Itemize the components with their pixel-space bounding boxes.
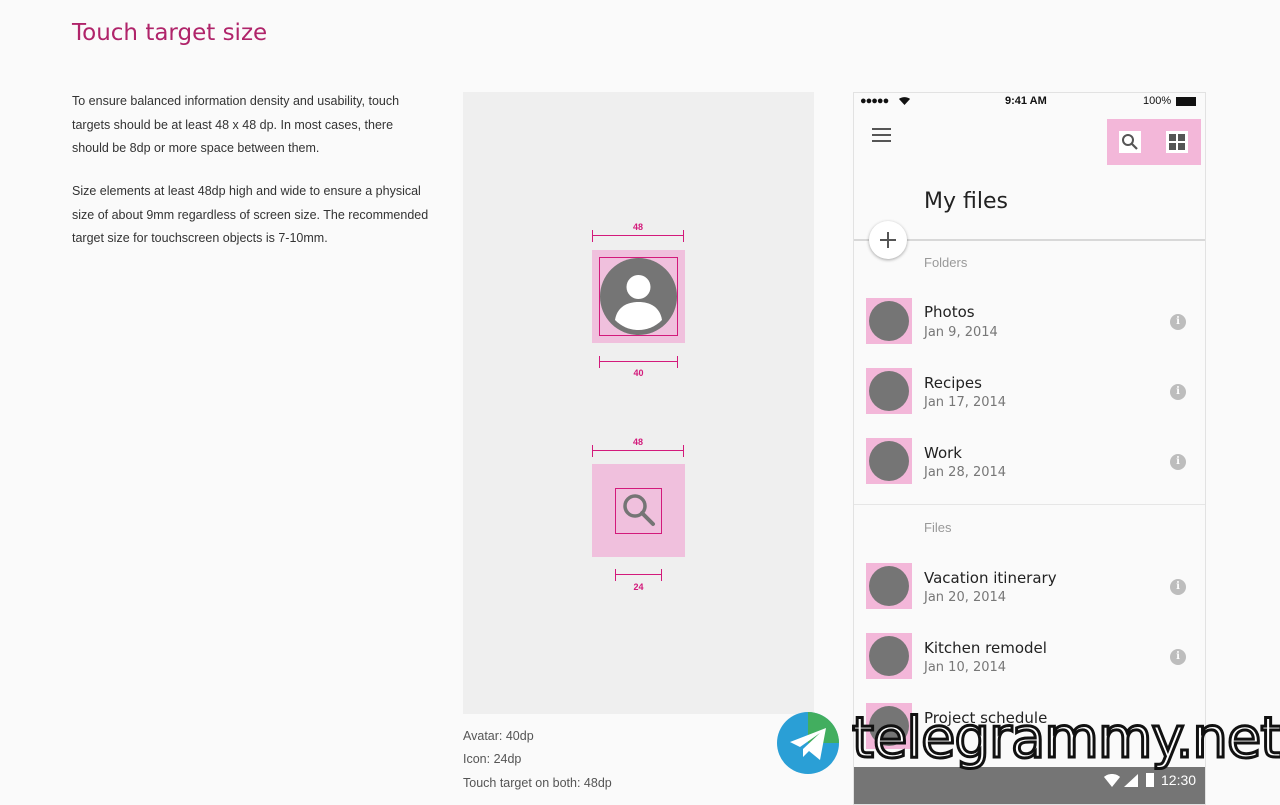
caption-avatar: Avatar: 40dp xyxy=(463,729,534,743)
intro-paragraph-1: To ensure balanced information density a… xyxy=(72,94,400,155)
ios-status-bar: ●●●●● 9:41 AM 100% xyxy=(854,93,1205,111)
section-label-files: Files xyxy=(924,520,952,535)
list-item-date: Jan 9, 2014 xyxy=(924,325,998,340)
icon-target-dimension-line xyxy=(592,445,684,457)
phone-mockup: ●●●●● 9:41 AM 100% My files Folders Phot… xyxy=(853,92,1206,805)
avatar-size-dimension-line xyxy=(599,356,678,368)
battery-icon xyxy=(1176,97,1196,106)
avatar-touch-target xyxy=(866,563,912,609)
info-icon[interactable]: i xyxy=(1170,579,1186,595)
avatar-icon xyxy=(600,258,677,335)
caption-touch-target: Touch target on both: 48dp xyxy=(463,776,612,790)
list-item-date: Jan 28, 2014 xyxy=(924,465,1007,480)
app-bar: My files xyxy=(854,111,1205,241)
info-icon[interactable]: i xyxy=(1170,649,1186,665)
signal-dots-icon: ●●●●● xyxy=(860,95,889,107)
list-item-name: Vacation itinerary xyxy=(924,569,1057,587)
screen-title: My files xyxy=(924,189,1008,214)
intro-paragraph-2: Size elements at least 48dp high and wid… xyxy=(72,184,429,245)
list-item-date: Jan 17, 2014 xyxy=(924,395,1007,410)
section-label-folders: Folders xyxy=(924,255,968,270)
battery-percent: 100% xyxy=(1143,95,1172,107)
list-item-date: Jan 20, 2014 xyxy=(924,590,1007,605)
add-icon xyxy=(880,232,896,248)
section-divider xyxy=(854,504,1205,505)
watermark-text: telegrammy.net xyxy=(850,705,1280,773)
menu-icon[interactable] xyxy=(872,128,891,142)
list-item-name: Kitchen remodel xyxy=(924,639,1047,657)
info-icon[interactable]: i xyxy=(1170,314,1186,330)
avatar xyxy=(869,371,909,411)
avatar-touch-target xyxy=(866,438,912,484)
list-item-name: Work xyxy=(924,444,962,462)
search-icon xyxy=(1122,134,1138,150)
avatar-touch-target xyxy=(866,633,912,679)
avatar xyxy=(869,301,909,341)
list-item-name: Photos xyxy=(924,303,975,321)
icon-size-dimension-line xyxy=(615,569,662,581)
avatar xyxy=(869,566,909,606)
avatar-touch-target xyxy=(592,250,685,343)
avatar-touch-target xyxy=(866,368,912,414)
page-title: Touch target size xyxy=(72,20,268,46)
caption-icon: Icon: 24dp xyxy=(463,752,522,766)
add-fab[interactable] xyxy=(869,221,907,259)
toolbar-grid-view-button[interactable] xyxy=(1166,131,1188,153)
grid-view-icon xyxy=(1169,134,1185,150)
info-icon[interactable]: i xyxy=(1170,454,1186,470)
icon-touch-target xyxy=(592,464,685,557)
avatar xyxy=(869,636,909,676)
toolbar-search-button[interactable] xyxy=(1119,131,1141,153)
avatar-size-dimension-label: 40 xyxy=(633,368,644,378)
list-item-date: Jan 10, 2014 xyxy=(924,660,1007,675)
list-item-name: Recipes xyxy=(924,374,982,392)
wifi-icon xyxy=(899,97,910,105)
avatar xyxy=(869,441,909,481)
touch-target-diagram: 48 40 48 24 xyxy=(463,92,814,714)
avatar-target-dimension-line xyxy=(592,230,684,242)
watermark: telegrammy.net xyxy=(776,705,1280,778)
info-icon[interactable]: i xyxy=(1170,384,1186,400)
search-icon xyxy=(623,494,655,526)
avatar-touch-target xyxy=(866,298,912,344)
icon-size-dimension-label: 24 xyxy=(633,582,644,592)
status-time: 9:41 AM xyxy=(1005,95,1047,107)
telegram-logo-icon xyxy=(777,712,839,774)
